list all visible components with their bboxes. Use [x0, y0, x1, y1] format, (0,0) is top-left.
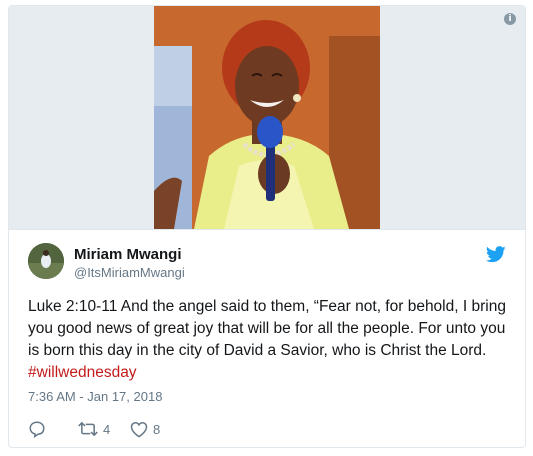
tweet-body-text: Luke 2:10-11 And the angel said to them,… [28, 298, 506, 359]
author-name[interactable]: Miriam Mwangi [74, 246, 182, 263]
photo-woman-with-microphone[interactable] [154, 6, 380, 229]
avatar[interactable] [28, 243, 64, 279]
like-button[interactable]: 8 [130, 419, 160, 439]
photo-illustration [154, 6, 380, 229]
tweet-actions: 4 8 [28, 419, 228, 439]
like-count: 8 [153, 421, 161, 437]
hashtag-link[interactable]: #willwednesday [28, 364, 137, 381]
reply-icon [29, 421, 45, 438]
tweet-media[interactable]: i [9, 6, 525, 229]
author-handle[interactable]: @ItsMiriamMwangi [74, 265, 185, 280]
tweet-card[interactable]: i Miriam Mwangi @ItsMiriamMwangi Luke 2:… [8, 5, 526, 448]
divider [9, 229, 525, 230]
retweet-count: 4 [103, 421, 111, 437]
reply-button[interactable] [28, 419, 46, 439]
avatar-image [28, 243, 64, 279]
retweet-button[interactable]: 4 [78, 419, 110, 439]
heart-icon [130, 421, 148, 438]
twitter-bird-icon[interactable] [486, 246, 506, 263]
retweet-icon [78, 421, 98, 437]
tweet-text: Luke 2:10-11 And the angel said to them,… [28, 296, 516, 384]
tweet-header: Miriam Mwangi @ItsMiriamMwangi [28, 243, 508, 283]
info-icon[interactable]: i [504, 13, 516, 25]
tweet-timestamp[interactable]: 7:36 AM - Jan 17, 2018 [28, 389, 162, 404]
